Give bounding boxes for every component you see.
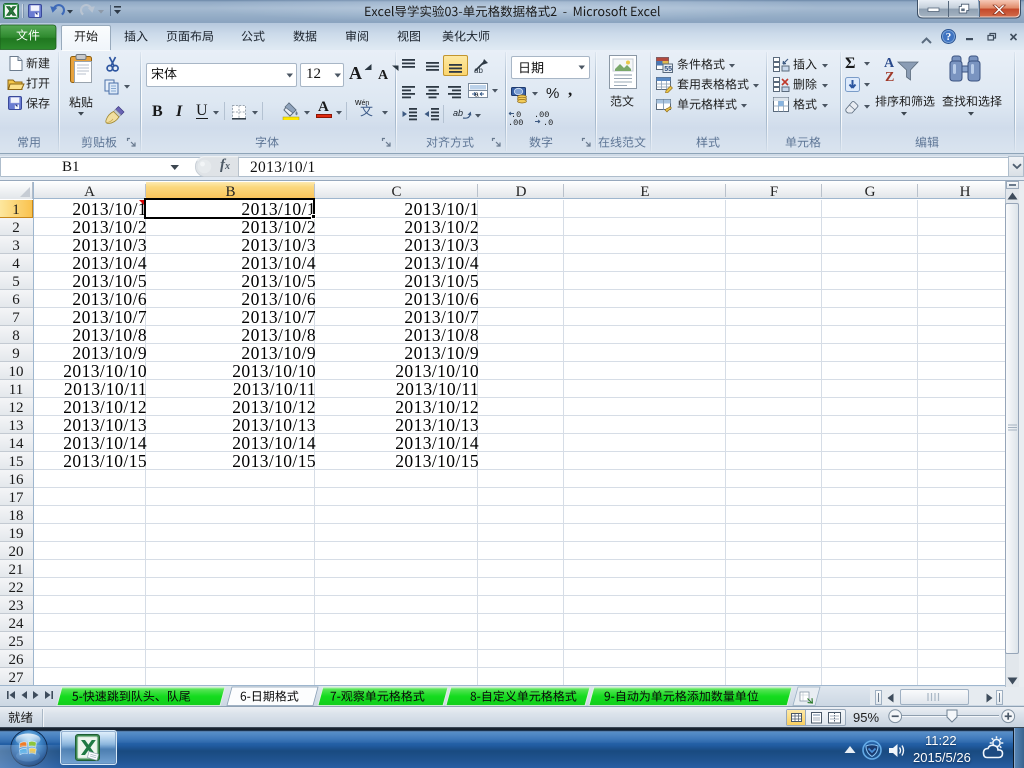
svg-text:ab: ab (453, 108, 463, 118)
svg-text:.0: .0 (543, 118, 553, 126)
svg-text:55: 55 (664, 66, 672, 73)
svg-text:Z: Z (885, 70, 894, 85)
svg-text:ab: ab (474, 66, 483, 74)
svg-text:?: ? (946, 31, 952, 43)
svg-text:A: A (884, 56, 895, 71)
svg-text:.00: .00 (508, 118, 523, 126)
